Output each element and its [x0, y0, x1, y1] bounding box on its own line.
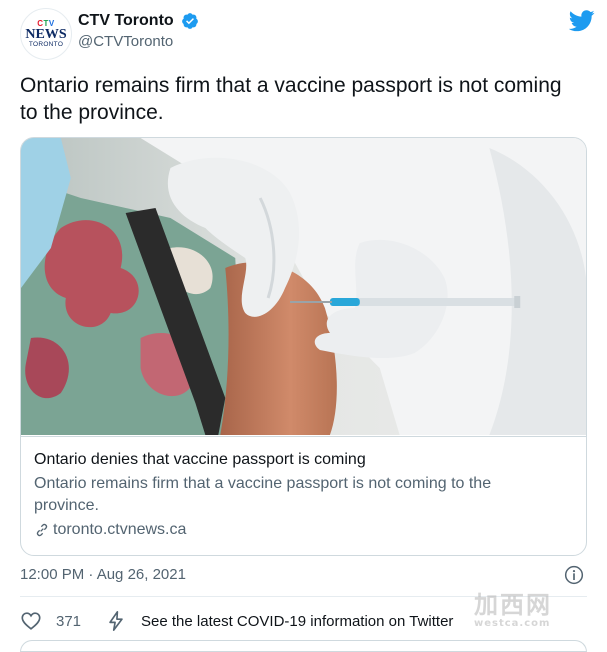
lightning-icon [109, 611, 123, 631]
heart-icon[interactable] [20, 610, 42, 632]
verified-badge-icon [182, 13, 199, 29]
tweet-text: Ontario remains firm that a vaccine pass… [20, 74, 562, 124]
card-description: Ontario remains firm that a vaccine pass… [34, 475, 492, 514]
tweet-timestamp[interactable]: 12:00 PM · Aug 26, 2021 [20, 566, 186, 583]
twitter-bird-icon[interactable] [569, 10, 595, 32]
author-handle[interactable]: @CTVToronto [78, 33, 199, 50]
card-title[interactable]: Ontario denies that vaccine passport is … [34, 450, 573, 470]
display-name[interactable]: CTV Toronto [78, 12, 174, 30]
next-card-edge [20, 640, 587, 652]
avatar-city-text: TORONTO [28, 40, 64, 48]
info-icon[interactable] [564, 565, 584, 585]
link-icon [36, 523, 48, 537]
link-preview-card[interactable]: Ontario denies that vaccine passport is … [20, 137, 587, 556]
tweet-actions: 371 See the latest COVID-19 information … [20, 608, 453, 634]
covid-info-link[interactable]: See the latest COVID-19 information on T… [141, 613, 453, 630]
card-domain-text: toronto.ctvnews.ca [53, 521, 187, 538]
photo-vaccine-injection[interactable] [21, 138, 586, 435]
card-domain[interactable]: toronto.ctvnews.ca [34, 519, 573, 541]
tweet-header: CTV NEWS TORONTO CTV Toronto @CTVToronto [20, 8, 595, 60]
author-names: CTV Toronto @CTVToronto [78, 12, 199, 50]
watermark: 加西网 westca.com [474, 591, 552, 629]
avatar[interactable]: CTV NEWS TORONTO [20, 8, 72, 60]
avatar-news-text: NEWS [25, 26, 67, 42]
card-body: Ontario denies that vaccine passport is … [21, 436, 586, 555]
like-count[interactable]: 371 [56, 613, 81, 630]
